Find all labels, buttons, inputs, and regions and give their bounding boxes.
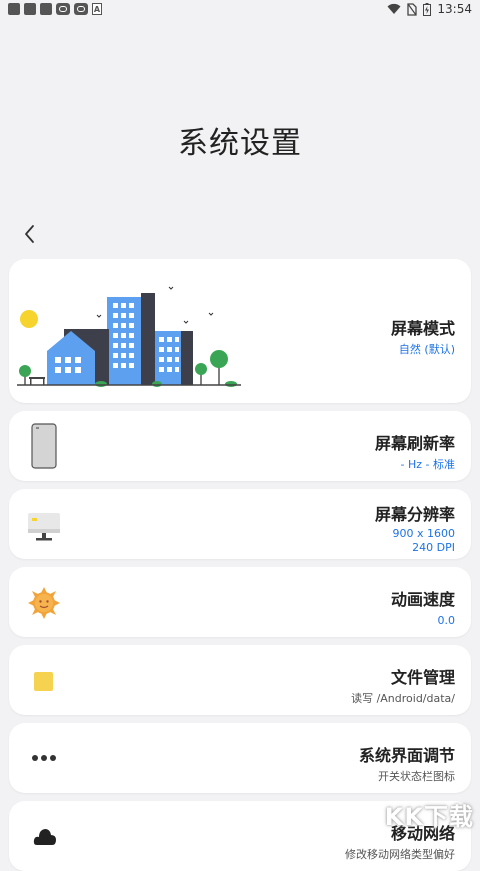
item-title: 动画速度 xyxy=(390,590,455,609)
file-management-card[interactable]: 文件管理 读写 /Android/data/ xyxy=(9,645,471,715)
folder-icon xyxy=(34,672,53,691)
animation-speed-card[interactable]: 动画速度 0.0 xyxy=(9,567,471,637)
item-value: 修改移动网络类型偏好 xyxy=(345,848,455,861)
app-notification-icon xyxy=(8,3,20,15)
page-title: 系统设置 xyxy=(178,126,302,161)
city-illustration xyxy=(17,286,241,387)
item-value: 0.0 xyxy=(437,614,456,627)
more-dots-icon xyxy=(32,755,56,761)
item-value: 读写 /Android/data/ xyxy=(351,692,455,705)
refresh-rate-card[interactable]: 屏幕刷新率 - Hz - 标准 xyxy=(9,411,471,481)
back-button[interactable] xyxy=(20,222,40,246)
keyboard-a-icon: A xyxy=(92,3,102,15)
wifi-icon xyxy=(387,3,401,15)
resolution-value: 900 x 1600 xyxy=(392,527,456,540)
item-title: 系统界面调节 xyxy=(358,746,455,765)
dpi-value: 240 DPI xyxy=(412,541,455,554)
item-title: 文件管理 xyxy=(390,668,455,687)
link-notification-icon xyxy=(74,3,88,15)
watermark-logo: KK下载 xyxy=(384,803,474,831)
phone-icon xyxy=(31,423,57,469)
resolution-card[interactable]: 屏幕分辨率 900 x 1600 240 DPI xyxy=(9,489,471,559)
status-bar: A 13:54 xyxy=(0,0,480,20)
battery-icon xyxy=(423,2,432,16)
sun-icon xyxy=(28,587,60,619)
app-notification-icon xyxy=(24,3,36,15)
network-cloud-icon xyxy=(33,829,56,845)
monitor-icon xyxy=(28,513,60,541)
item-value: - Hz - 标准 xyxy=(400,458,455,471)
item-title: 屏幕模式 xyxy=(390,319,455,338)
app-notification-icon xyxy=(40,3,52,15)
status-time: 13:54 xyxy=(437,2,472,16)
item-title: 屏幕刷新率 xyxy=(374,434,455,453)
item-value: 开关状态栏图标 xyxy=(378,770,455,783)
item-title: 屏幕分辨率 xyxy=(374,505,455,524)
no-sim-icon xyxy=(407,2,418,16)
link-notification-icon xyxy=(56,3,70,15)
system-ui-card[interactable]: 系统界面调节 开关状态栏图标 xyxy=(9,723,471,793)
item-value: 自然 (默认) xyxy=(398,343,455,356)
notification-icons: A xyxy=(8,3,102,15)
screen-mode-card[interactable]: 屏幕模式 自然 (默认) xyxy=(9,259,471,403)
